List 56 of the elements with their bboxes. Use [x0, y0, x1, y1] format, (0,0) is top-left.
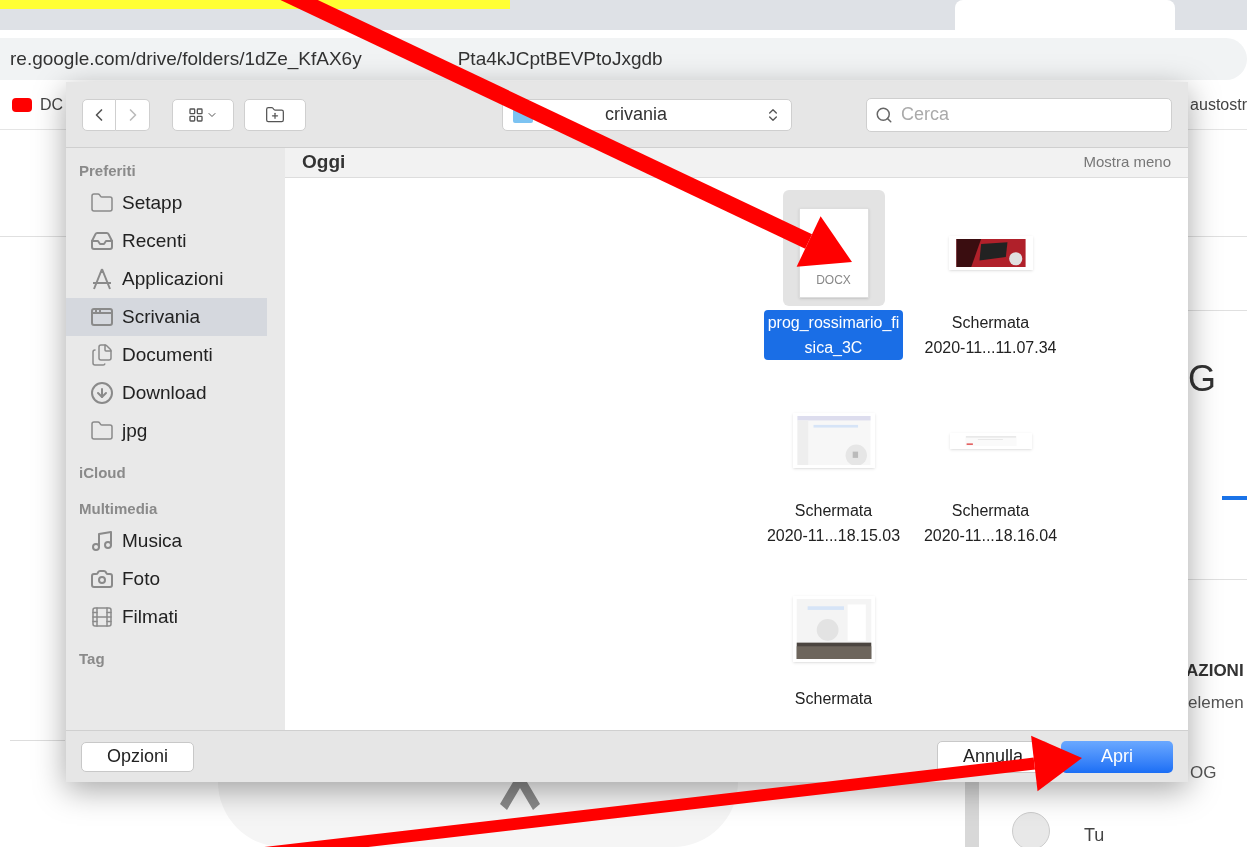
group-title: Oggi — [302, 150, 346, 174]
sidebar-section-title: Multimedia — [78, 498, 159, 519]
sidebar-item[interactable]: jpg — [66, 412, 267, 450]
drive-logo-icon — [500, 782, 540, 810]
section-label: AZIONI — [1186, 660, 1244, 682]
video-logo-icon — [12, 97, 32, 112]
sidebar-item[interactable]: Download — [66, 374, 267, 412]
file-name[interactable]: Schermata — [790, 685, 877, 711]
sidebar-item[interactable]: Filmati — [66, 598, 267, 636]
new-folder-icon — [265, 104, 285, 125]
file-name[interactable]: prog_rossimario_fi sica_3C — [763, 309, 904, 360]
sidebar-item[interactable]: Applicazioni — [66, 260, 267, 298]
desktop-icon — [90, 305, 114, 329]
show-less-link[interactable]: Mostra meno — [1083, 151, 1171, 174]
tray-icon — [90, 229, 114, 253]
forward-button[interactable] — [116, 98, 150, 131]
file-name[interactable]: Schermata 2020-11...11.07.34 — [920, 309, 1061, 360]
address-bar[interactable]: re.google.com/drive/folders/1dZe_KfAX6y Pta4kJCptBEVPtoJxgdb — [0, 38, 1247, 80]
file-name[interactable]: Schermata 2020-11...18.16.04 — [919, 497, 1062, 548]
browser-tab[interactable] — [955, 0, 1175, 30]
music-note-icon — [90, 529, 114, 553]
download-icon — [90, 381, 114, 405]
documents-icon — [90, 343, 114, 367]
file-type-label: DOCX — [816, 271, 851, 289]
sidebar-section-title: iCloud — [78, 462, 127, 483]
sidebar-section-title: Tag — [78, 648, 106, 669]
options-button[interactable]: Opzioni — [81, 741, 194, 772]
compass-icon — [90, 267, 114, 291]
scrollbar[interactable] — [965, 782, 979, 847]
sidebar-item[interactable]: Musica — [66, 522, 267, 560]
user-avatar — [1012, 812, 1050, 847]
bookmark-link[interactable]: austostr — [1190, 92, 1247, 117]
search-field[interactable]: Cerca — [866, 97, 1172, 132]
folder-icon — [90, 191, 114, 215]
user-name: Tu — [1084, 824, 1105, 847]
page-heading: G — [1188, 357, 1216, 401]
search-icon — [875, 105, 893, 124]
film-icon — [90, 605, 114, 629]
sidebar-item[interactable]: Foto — [66, 560, 267, 598]
file-name[interactable]: Schermata 2020-11...18.15.03 — [762, 497, 905, 548]
url-text: Pta4kJCptBEVPtoJxgdb — [457, 46, 663, 71]
sidebar-item[interactable]: Recenti — [66, 222, 267, 260]
new-folder-button[interactable] — [244, 98, 306, 131]
caption-text: OG — [1190, 762, 1217, 784]
bookmark-link[interactable]: DC — [12, 92, 64, 117]
folder-icon — [90, 419, 114, 443]
view-options-button[interactable] — [172, 98, 234, 131]
camera-icon — [90, 567, 114, 591]
url-text: re.google.com/drive/folders/1dZe_KfAX6y — [10, 46, 362, 72]
sidebar-item[interactable]: Setapp — [66, 184, 267, 222]
sidebar-item[interactable]: Scrivania — [66, 298, 267, 336]
grid-icon — [188, 106, 204, 123]
sidebar-section-title: Preferiti — [78, 160, 137, 181]
caption-text: elemen — [1188, 692, 1244, 714]
sidebar-item[interactable]: Documenti — [66, 336, 267, 374]
back-button[interactable] — [82, 98, 116, 131]
